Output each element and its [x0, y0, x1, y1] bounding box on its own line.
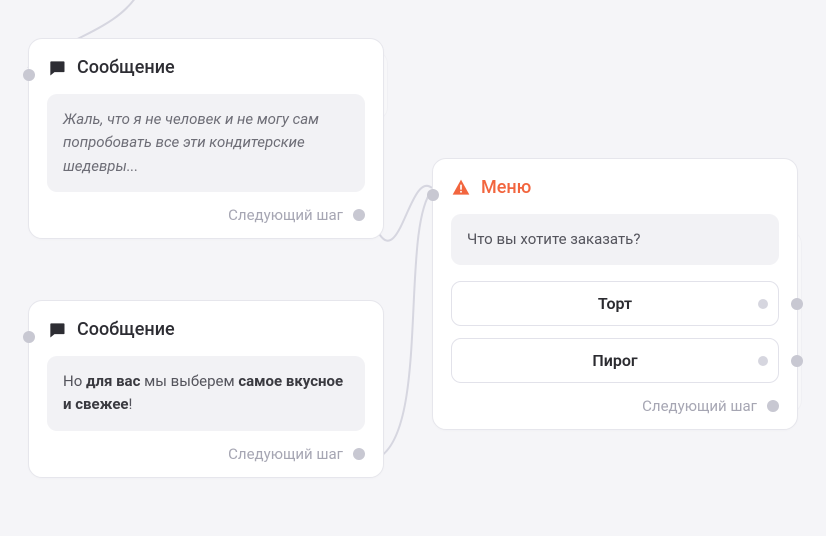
next-step-label: Следующий шаг	[228, 206, 343, 224]
input-port[interactable]	[23, 69, 35, 81]
message-icon	[47, 320, 67, 340]
message-card-2[interactable]: Сообщение Но для вас мы выберем самое вк…	[28, 300, 384, 478]
input-port[interactable]	[23, 331, 35, 343]
output-port[interactable]	[353, 209, 365, 221]
card-title: Меню	[481, 177, 531, 198]
next-step-row[interactable]: Следующий шаг	[47, 206, 365, 224]
text-bold: для вас	[86, 372, 140, 390]
option-output-port[interactable]	[791, 355, 803, 367]
card-header: Сообщение	[47, 319, 365, 340]
menu-options: Торт Пирог	[451, 281, 779, 383]
next-step-label: Следующий шаг	[642, 397, 757, 415]
card-header: Сообщение	[47, 57, 365, 78]
message-body: Жаль, что я не человек и не могу сам поп…	[47, 94, 365, 192]
menu-option-row: Торт	[451, 281, 779, 326]
menu-card[interactable]: Меню Что вы хотите заказать? Торт Пирог …	[432, 158, 798, 430]
output-port[interactable]	[353, 448, 365, 460]
menu-option-cake[interactable]: Торт	[451, 281, 779, 326]
menu-prompt: Что вы хотите заказать?	[451, 214, 779, 265]
option-inner-port[interactable]	[758, 356, 768, 366]
option-label: Торт	[598, 294, 632, 313]
text-fragment: Но	[63, 372, 86, 390]
card-header: Меню	[451, 177, 779, 198]
next-step-label: Следующий шаг	[228, 445, 343, 463]
next-step-row[interactable]: Следующий шаг	[47, 445, 365, 463]
message-card-1[interactable]: Сообщение Жаль, что я не человек и не мо…	[28, 38, 384, 239]
text-fragment: !	[129, 395, 133, 413]
message-body: Но для вас мы выберем самое вкусное и св…	[47, 356, 365, 431]
next-step-row[interactable]: Следующий шаг	[451, 397, 779, 415]
input-port[interactable]	[427, 189, 439, 201]
text-fragment: мы выберем	[140, 372, 238, 390]
menu-option-row: Пирог	[451, 338, 779, 383]
card-title: Сообщение	[77, 319, 175, 340]
output-port[interactable]	[767, 400, 779, 412]
message-icon	[47, 58, 67, 78]
warning-icon	[451, 178, 471, 198]
option-inner-port[interactable]	[758, 299, 768, 309]
card-title: Сообщение	[77, 57, 175, 78]
menu-option-pie[interactable]: Пирог	[451, 338, 779, 383]
option-label: Пирог	[592, 351, 637, 370]
option-output-port[interactable]	[791, 298, 803, 310]
